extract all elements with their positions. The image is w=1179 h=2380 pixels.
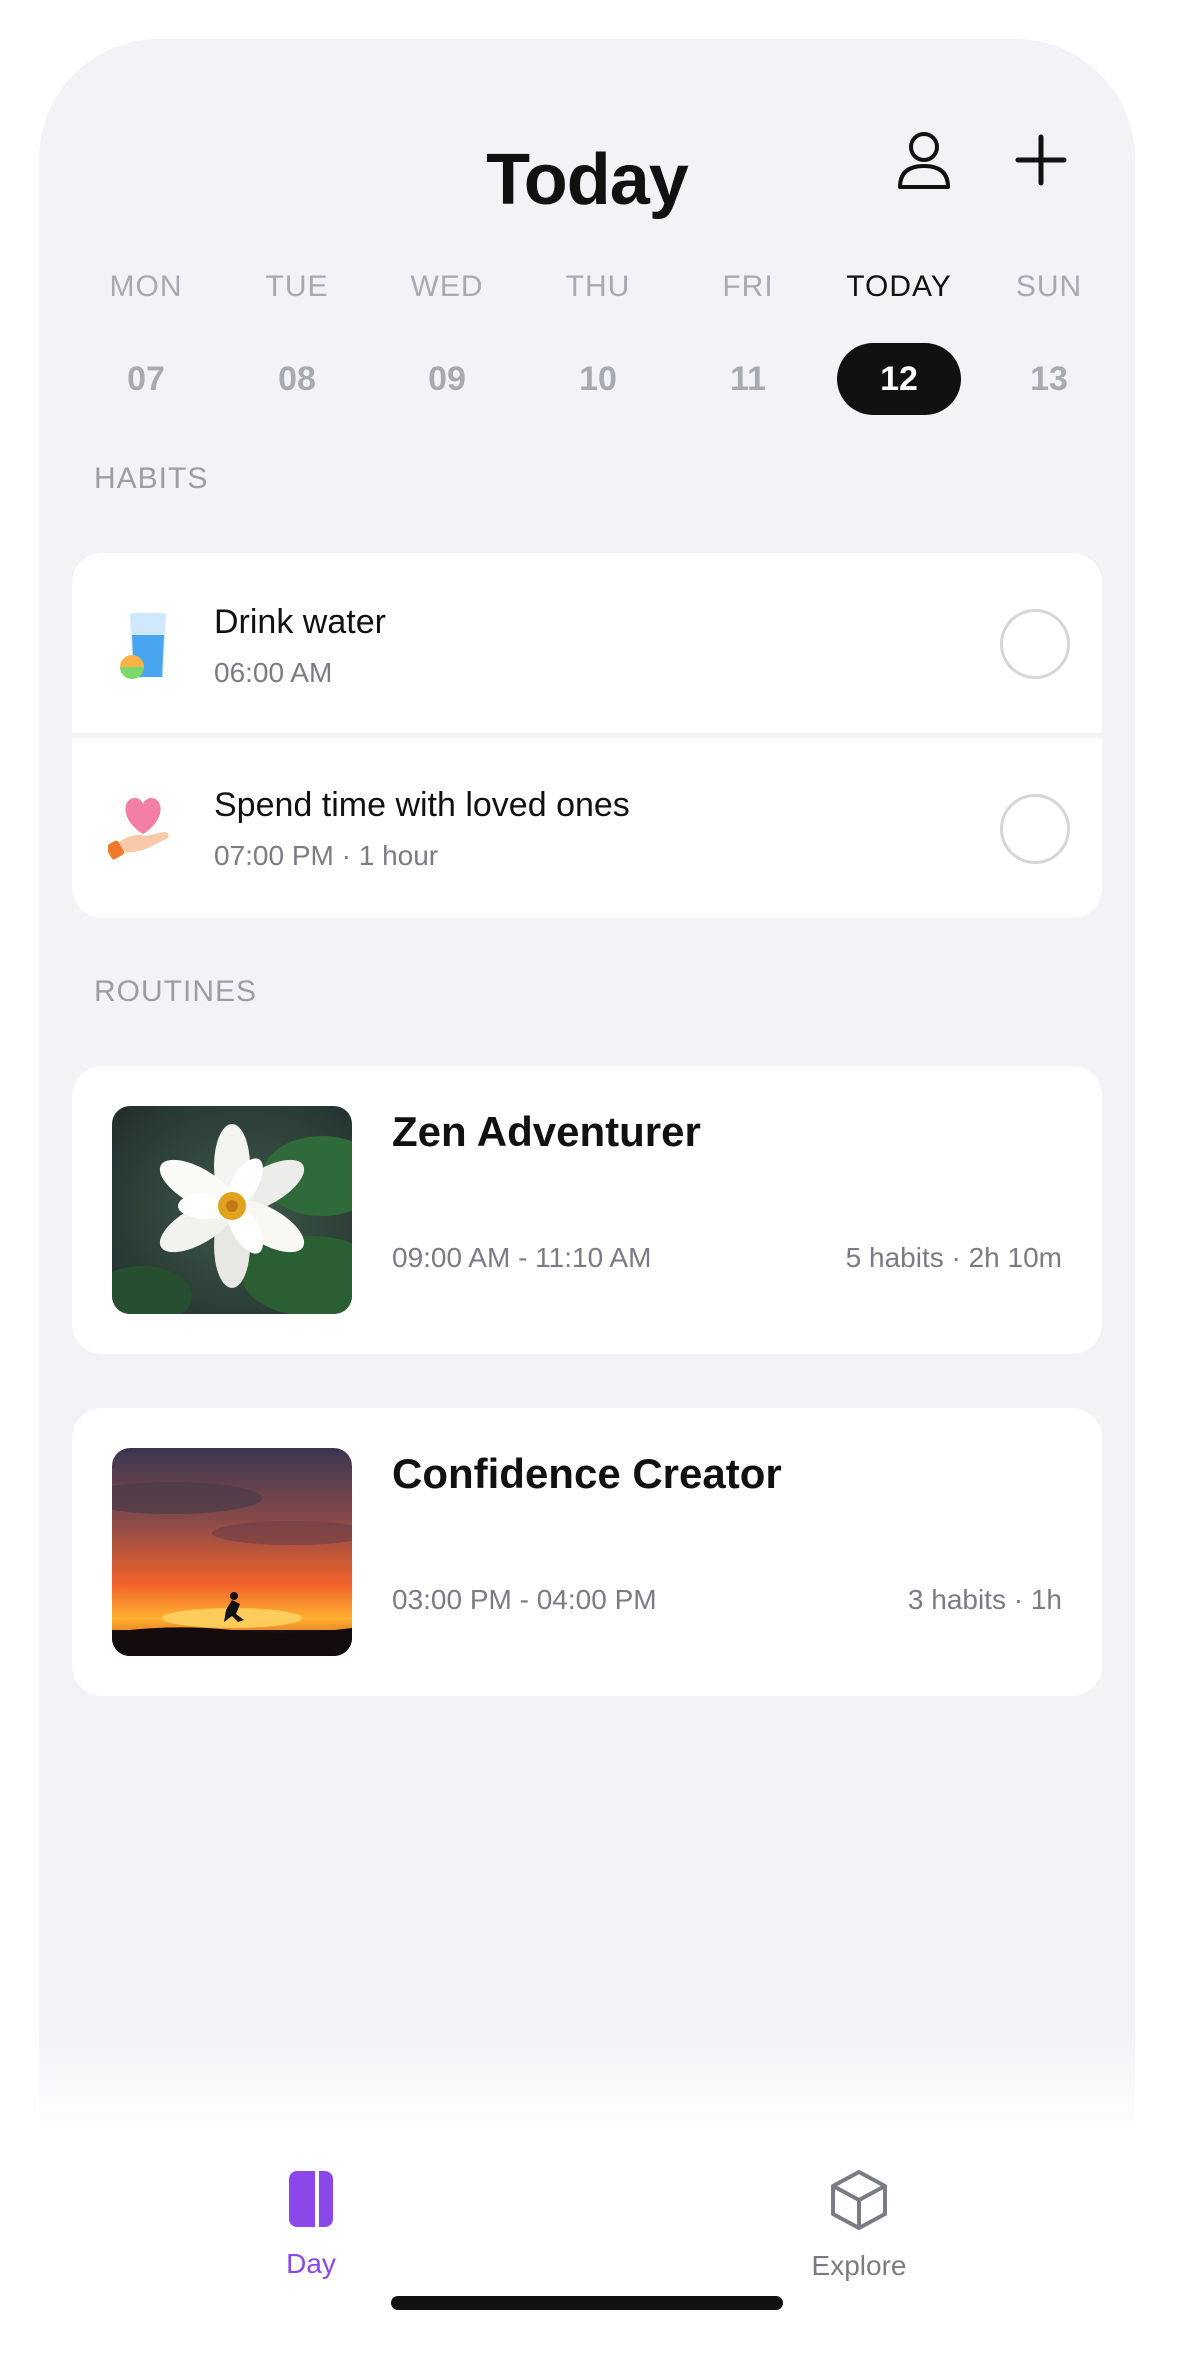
- habit-card[interactable]: Spend time with loved ones 07:00 PM · 1 …: [72, 738, 1102, 918]
- sunset-jump-photo: [112, 1448, 352, 1656]
- day-mon[interactable]: MON 07: [81, 249, 211, 415]
- add-button[interactable]: [996, 115, 1086, 205]
- habit-time: 06:00 AM: [214, 657, 333, 688]
- day-fri[interactable]: FRI 11: [683, 249, 813, 415]
- day-book-icon: [289, 2171, 333, 2227]
- routines-section-label: ROUTINES: [94, 975, 258, 1008]
- habit-title: Drink water: [214, 603, 386, 641]
- water-lily-photo: [112, 1106, 352, 1314]
- profile-button[interactable]: [879, 115, 969, 205]
- app-screen: Today MON 07 TUE 08 WED 09 THU 10 FRI 11…: [39, 39, 1135, 2380]
- routine-time: 03:00 PM - 04:00 PM: [392, 1584, 657, 1615]
- day-name: TODAY: [846, 270, 952, 303]
- tab-label: Explore: [811, 2250, 907, 2281]
- day-name: TUE: [265, 270, 329, 303]
- cube-icon: [831, 2170, 887, 2230]
- habits-section-label: HABITS: [94, 462, 209, 495]
- day-name: THU: [565, 270, 631, 303]
- routine-card[interactable]: Confidence Creator 03:00 PM - 04:00 PM 3…: [72, 1408, 1102, 1696]
- day-number: 11: [730, 360, 766, 398]
- home-indicator: [391, 2296, 783, 2310]
- plus-icon: [1015, 134, 1067, 186]
- routine-time: 09:00 AM - 11:10 AM: [392, 1242, 652, 1273]
- water-glass-icon: [116, 611, 172, 681]
- tab-explore[interactable]: Explore: [759, 2169, 959, 2282]
- habit-checkbox[interactable]: [1000, 794, 1070, 864]
- routine-meta: 3 habits · 1h: [907, 1584, 1062, 1615]
- habit-card[interactable]: Drink water 06:00 AM: [72, 553, 1102, 733]
- routine-meta: 5 habits · 2h 10m: [845, 1242, 1062, 1273]
- routine-card[interactable]: Zen Adventurer 09:00 AM - 11:10 AM 5 hab…: [72, 1066, 1102, 1354]
- day-number: 13: [1030, 360, 1068, 398]
- day-tue[interactable]: TUE 08: [232, 249, 362, 415]
- habit-time: 07:00 PM · 1 hour: [214, 840, 439, 871]
- tab-bar: Day Explore: [39, 2029, 1135, 2380]
- day-name: MON: [109, 270, 183, 303]
- day-today[interactable]: TODAY 12: [834, 249, 964, 415]
- day-thu[interactable]: THU 10: [533, 249, 663, 415]
- tab-day[interactable]: Day: [211, 2169, 411, 2280]
- habit-title: Spend time with loved ones: [214, 786, 630, 824]
- heart-hand-icon: [106, 790, 178, 860]
- day-number: 10: [579, 360, 617, 398]
- day-sun[interactable]: SUN 13: [984, 249, 1114, 415]
- habit-checkbox[interactable]: [1000, 609, 1070, 679]
- week-strip: MON 07 TUE 08 WED 09 THU 10 FRI 11 TODAY…: [81, 249, 1121, 429]
- day-number-selected: 12: [837, 343, 961, 415]
- routine-title: Zen Adventurer: [392, 1108, 701, 1155]
- page-title: Today: [486, 140, 689, 220]
- day-name: SUN: [1015, 270, 1083, 303]
- tab-label: Day: [286, 2248, 336, 2279]
- day-name: WED: [410, 270, 484, 303]
- person-icon: [898, 132, 950, 189]
- day-number: 08: [278, 360, 316, 398]
- routine-title: Confidence Creator: [392, 1450, 782, 1497]
- day-number: 09: [428, 360, 466, 398]
- day-name: FRI: [722, 270, 774, 303]
- day-number: 07: [127, 360, 165, 398]
- day-wed[interactable]: WED 09: [382, 249, 512, 415]
